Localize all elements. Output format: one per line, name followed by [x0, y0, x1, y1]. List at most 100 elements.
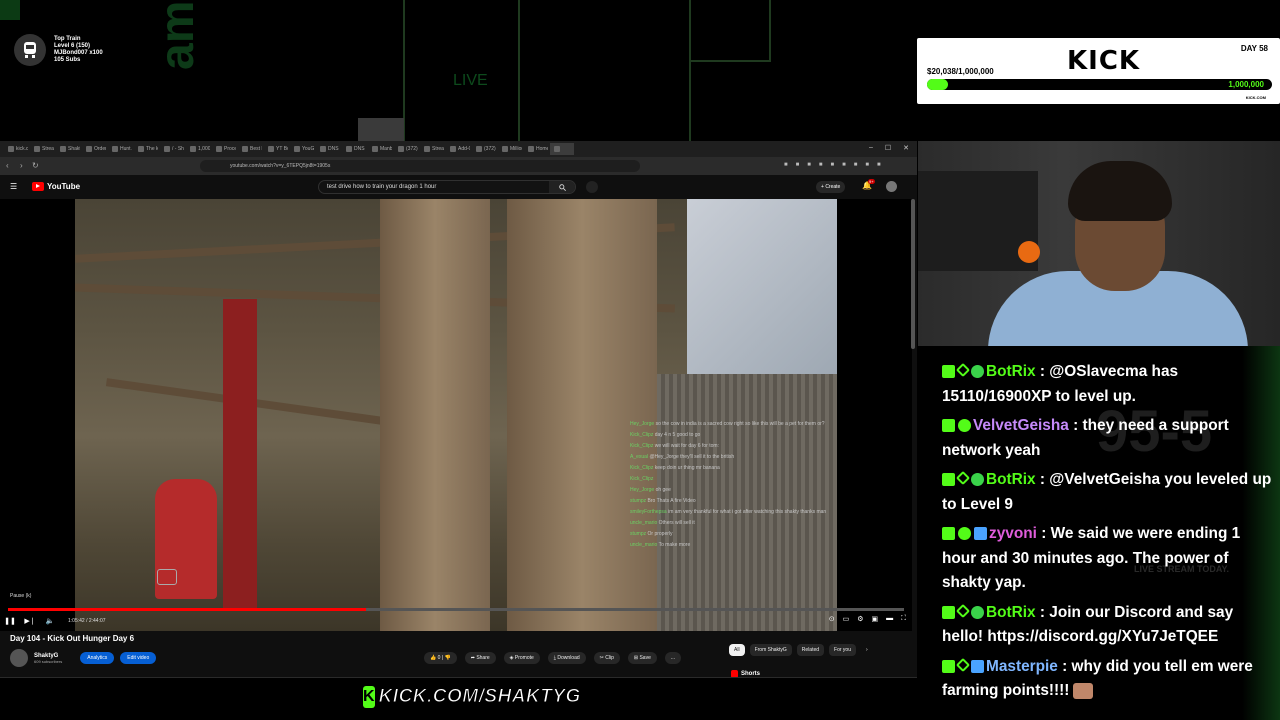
- tab-favicon-icon: [34, 146, 40, 152]
- browser-tab[interactable]: The kn: [134, 143, 158, 155]
- video-chat-user: Hey_Jorge: [630, 487, 655, 493]
- browser-tab[interactable]: Stream: [30, 143, 54, 155]
- extension-icon[interactable]: ■: [784, 162, 788, 168]
- browser-tab[interactable]: 1,000: [186, 143, 210, 155]
- extension-icon[interactable]: ■: [807, 162, 811, 168]
- settings-gear-icon[interactable]: ⚙: [857, 615, 863, 623]
- scrollbar[interactable]: [911, 199, 915, 349]
- browser-tab[interactable]: Stream: [420, 143, 444, 155]
- edit-video-button[interactable]: Edit video: [120, 652, 157, 664]
- chat-username[interactable]: Masterpie: [986, 658, 1058, 675]
- pause-tooltip: Pause (k): [8, 592, 34, 600]
- account-avatar[interactable]: [886, 181, 897, 192]
- browser-tab[interactable]: Shakty: [56, 143, 80, 155]
- clip-button[interactable]: ✂ Clip: [593, 652, 620, 664]
- chat-username[interactable]: BotRix: [986, 363, 1036, 380]
- goal-progress-track: 1,000,000: [927, 79, 1272, 90]
- browser-tab[interactable]: (372): [472, 143, 496, 155]
- subtitles-icon[interactable]: ▭: [843, 615, 850, 623]
- reload-icon[interactable]: ↻: [32, 161, 39, 170]
- browser-tab[interactable]: DNS R: [316, 143, 340, 155]
- video-progress-bar[interactable]: [8, 608, 904, 611]
- url-field[interactable]: youtube.com/watch?v=y_6TEPQ5jn8t=1905s: [200, 160, 640, 172]
- minimize-button[interactable]: –: [869, 144, 873, 152]
- video-chat-line: smileyForthepsa im am very thankful for …: [630, 507, 830, 518]
- browser-tab[interactable]: / - Sh: [160, 143, 184, 155]
- chip-from-channel[interactable]: From ShaktyG: [749, 644, 792, 656]
- download-button[interactable]: ⤓ Download: [547, 652, 586, 664]
- extension-icon[interactable]: ■: [819, 162, 823, 168]
- chat-username[interactable]: zyvoni: [989, 525, 1037, 542]
- analytics-button[interactable]: Analytics: [80, 652, 115, 664]
- extension-icon[interactable]: ■: [796, 162, 800, 168]
- browser-tab[interactable]: kick.c: [4, 143, 28, 155]
- tab-favicon-icon: [476, 146, 482, 152]
- more-actions-button[interactable]: ...: [664, 652, 682, 664]
- autoplay-toggle-icon[interactable]: ⊙: [829, 615, 835, 623]
- mic-icon[interactable]: [586, 181, 598, 193]
- browser-tab[interactable]: Million: [498, 143, 522, 155]
- browser-tab[interactable]: Manbi: [368, 143, 392, 155]
- kick-url-text: KICK.COM/SHAKTYG: [378, 685, 581, 707]
- fullscreen-icon[interactable]: ⛶: [901, 615, 906, 623]
- extension-icon[interactable]: ■: [865, 162, 869, 168]
- chat-username[interactable]: BotRix: [986, 471, 1036, 488]
- volume-icon[interactable]: 🔈: [40, 617, 60, 625]
- search-button[interactable]: [549, 181, 575, 193]
- browser-tab[interactable]: Home: [524, 143, 548, 155]
- browser-tab[interactable]: [550, 143, 574, 155]
- top-train-widget: Top Train Level 6 (150) MJBond007 x100 1…: [14, 30, 154, 70]
- like-count: 0: [437, 655, 441, 661]
- video-player[interactable]: Hey_Jorge so the cow in india is a sacre…: [0, 199, 912, 631]
- chat-username[interactable]: VelvetGeisha: [973, 417, 1069, 434]
- goal-site: KICK.COM: [1245, 95, 1266, 100]
- forward-icon[interactable]: ›: [20, 161, 23, 170]
- extension-icon[interactable]: ■: [854, 162, 858, 168]
- search-icon: [558, 183, 566, 191]
- video-chat-line: Kick_Clipz we will wait for day 6 for to…: [630, 441, 830, 452]
- chips-next-icon[interactable]: ›: [861, 644, 873, 656]
- browser-tab[interactable]: Add-Gr: [446, 143, 470, 155]
- browser-tab[interactable]: Order: [82, 143, 106, 155]
- extension-icon[interactable]: ■: [842, 162, 846, 168]
- channel-avatar[interactable]: [10, 649, 28, 667]
- video-chat-line: uncle_mario To make more: [630, 540, 830, 551]
- sub-badge-icon: [958, 419, 971, 433]
- extension-icon[interactable]: ■: [831, 162, 835, 168]
- cam-plush: [1018, 241, 1040, 263]
- browser-tab[interactable]: Best B: [238, 143, 262, 155]
- save-button[interactable]: ⊞ Save: [627, 652, 657, 664]
- browser-tab[interactable]: YT Bo: [264, 143, 288, 155]
- miniplayer-icon[interactable]: ▣: [871, 615, 878, 623]
- channel-name[interactable]: ShaktyG: [34, 653, 62, 659]
- browser-tab[interactable]: Hunt An: [108, 143, 132, 155]
- browser-tab[interactable]: (372): [394, 143, 418, 155]
- back-icon[interactable]: ‹: [6, 161, 9, 170]
- bg-line: [689, 60, 769, 62]
- maximize-button[interactable]: ☐: [885, 144, 891, 152]
- kick-url-banner: K KICK.COM/SHAKTYG: [363, 683, 581, 710]
- kick-badge-icon: [942, 659, 955, 673]
- create-button[interactable]: + Create: [816, 181, 846, 193]
- close-window-button[interactable]: ✕: [903, 144, 909, 152]
- chip-related[interactable]: Related: [796, 644, 825, 656]
- browser-tab[interactable]: DNS R: [342, 143, 366, 155]
- chat-username[interactable]: BotRix: [986, 604, 1036, 621]
- theater-icon[interactable]: ▬: [886, 615, 893, 623]
- tab-favicon-icon: [60, 146, 66, 152]
- browser-tab[interactable]: Proces: [212, 143, 236, 155]
- chat-message: VelvetGeisha : they need a support netwo…: [942, 414, 1272, 463]
- pause-icon[interactable]: ❚❚: [0, 617, 20, 625]
- search-input[interactable]: test drive how to train your dragon 1 ho…: [318, 180, 576, 194]
- tab-label: Stream: [432, 146, 444, 152]
- share-button[interactable]: ➦ Share: [464, 652, 496, 664]
- chip-all[interactable]: All: [729, 644, 745, 656]
- chip-for-you[interactable]: For you: [829, 644, 856, 656]
- browser-tab[interactable]: YouGo: [290, 143, 314, 155]
- next-icon[interactable]: ▶❘: [20, 617, 40, 625]
- like-button[interactable]: 👍 0 | 👎: [424, 652, 457, 664]
- menu-icon[interactable]: ☰: [10, 182, 17, 191]
- youtube-logo[interactable]: YouTube: [32, 182, 80, 191]
- extension-icon[interactable]: ■: [877, 162, 881, 168]
- promote-button[interactable]: ◈ Promote: [503, 652, 540, 664]
